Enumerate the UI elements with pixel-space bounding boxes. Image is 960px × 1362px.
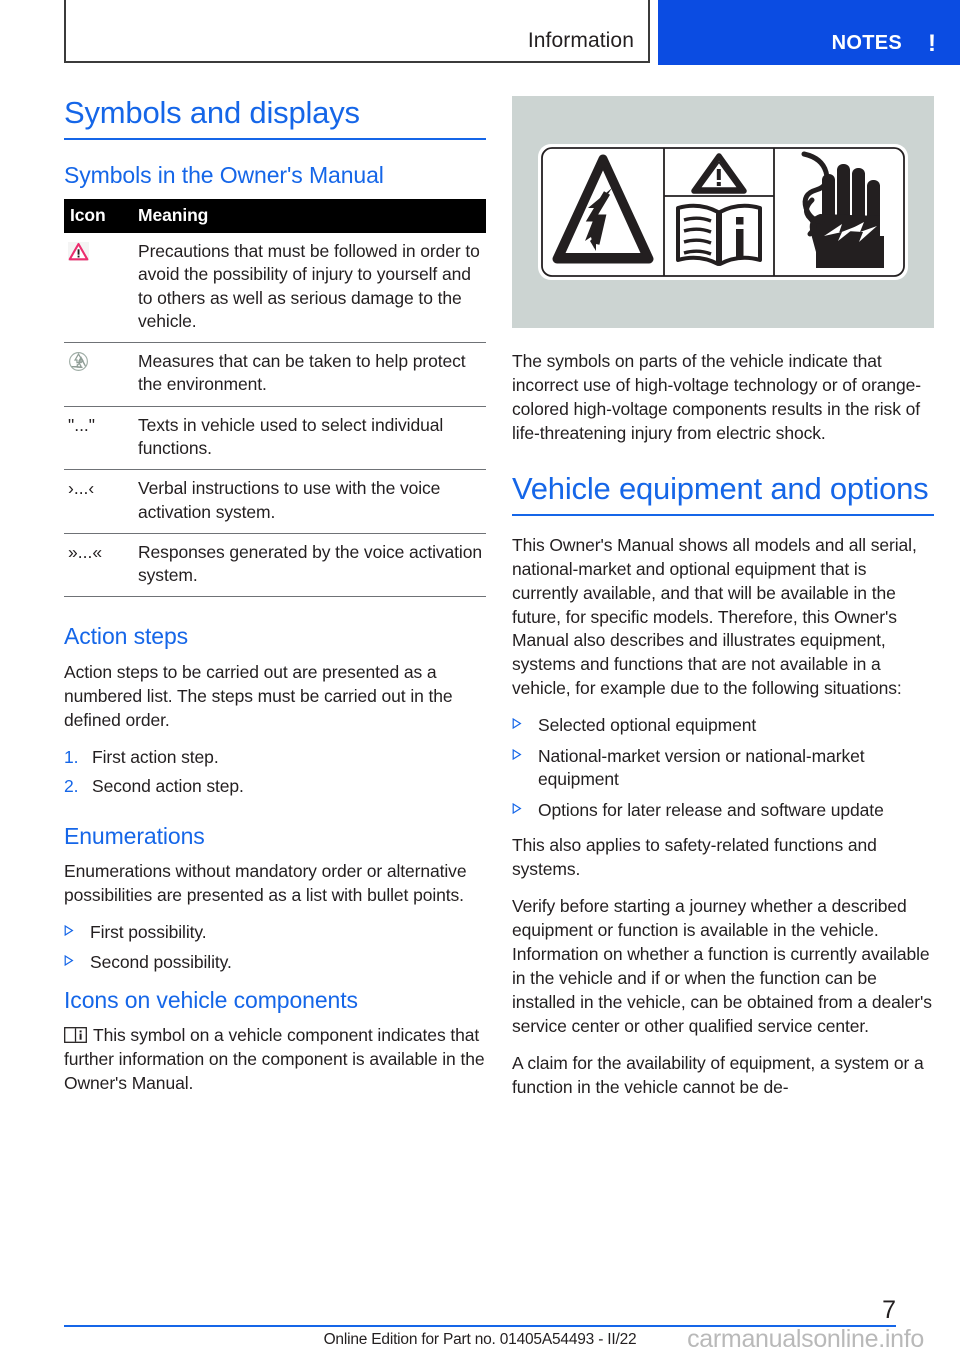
action-steps-list: 1. First action step. 2. Second action s… — [64, 746, 486, 799]
cell-meaning: Texts in vehicle used to select individu… — [138, 406, 486, 471]
list-item: 2. Second action step. — [64, 775, 486, 798]
recycle-icon — [68, 351, 89, 372]
table-row: ›...‹ Verbal instructions to use with th… — [64, 469, 486, 534]
list-item-label: National-market version or national-mark… — [538, 745, 865, 790]
tab-notes-label: NOTES — [831, 32, 902, 54]
triangle-bullet-icon — [64, 951, 90, 974]
table-row: »...« Responses generated by the voice a… — [64, 533, 486, 598]
triangle-bullet-icon — [64, 921, 90, 944]
heading-symbols-in-manual: Symbols in the Owner's Manual — [64, 161, 384, 188]
left-column: Symbols and displays Symbols in the Owne… — [64, 95, 486, 1096]
icons-on-components-body: This symbol on a vehicle component indic… — [64, 1025, 485, 1094]
vehicle-equipment-paragraph-4: A claim for the availability of equipmen… — [512, 1052, 924, 1097]
heading-enumerations: Enumerations — [64, 822, 205, 849]
cell-icon: »...« — [64, 533, 138, 598]
step-text: Second action step. — [92, 776, 244, 797]
single-guillemet-icon: ›...‹ — [68, 478, 95, 499]
column-header-icon: Icon — [64, 199, 138, 234]
step-number: 1. — [64, 746, 79, 767]
list-item: 1. First action step. — [64, 746, 486, 769]
triangle-bullet-icon — [512, 745, 538, 792]
list-item: Options for later release and software u… — [512, 799, 934, 822]
cell-icon — [64, 233, 138, 344]
tab-notes[interactable]: NOTES ! — [658, 0, 960, 65]
symbols-table: Icon Meaning Precautions that must be fo… — [64, 199, 486, 598]
cell-icon: "..." — [64, 406, 138, 471]
header-tabbar: Information NOTES ! — [0, 0, 960, 66]
exclamation-icon: ! — [928, 30, 936, 58]
heading-icons-on-components: Icons on vehicle components — [64, 986, 358, 1013]
cell-meaning: Measures that can be taken to help prote… — [138, 342, 486, 407]
heading-action-steps: Action steps — [64, 623, 189, 650]
figure-caption: The symbols on parts of the vehicle indi… — [512, 351, 922, 443]
watermark: carmanualsonline.info — [687, 1325, 924, 1353]
warning-triangle-icon — [68, 242, 89, 262]
page-title: Symbols and displays — [64, 95, 486, 140]
cell-meaning: Precautions that must be followed in ord… — [138, 233, 486, 344]
table-row: Precautions that must be followed in ord… — [64, 233, 486, 344]
table-row: Measures that can be taken to help prote… — [64, 342, 486, 407]
vehicle-equipment-paragraph-3: Verify before starting a journey whether… — [512, 896, 932, 1036]
enumerations-list: First possibility. Second possibility. — [64, 921, 486, 975]
list-item-label: Selected optional equipment — [538, 715, 757, 736]
book-info-icon — [64, 1026, 87, 1044]
tab-information[interactable]: Information — [64, 0, 650, 63]
list-item: Selected optional equipment — [512, 714, 934, 737]
list-item-label: Options for later release and software u… — [538, 799, 884, 820]
heading-vehicle-equipment: Vehicle equipment and options — [512, 471, 934, 516]
column-header-meaning: Meaning — [138, 199, 486, 234]
vehicle-equipment-paragraph-2: This also applies to safety-related func… — [512, 835, 877, 880]
right-column: The symbols on parts of the vehicle indi… — [512, 96, 934, 1100]
list-item-label: First possibility. — [90, 921, 207, 942]
manual-page: Information NOTES ! Symbols and displays… — [0, 0, 960, 1362]
step-number: 2. — [64, 776, 79, 797]
icons-on-components-text: This symbol on a vehicle component indic… — [64, 1024, 486, 1096]
action-steps-intro: Action steps to be carried out are prese… — [64, 661, 453, 730]
vehicle-equipment-bullets: Selected optional equipment National-mar… — [512, 714, 934, 822]
enumerations-intro: Enumerations without mandatory order or … — [64, 861, 467, 905]
cell-icon: ›...‹ — [64, 469, 138, 534]
cell-meaning: Verbal instructions to use with the voic… — [138, 469, 486, 534]
table-row: "..." Texts in vehicle used to select in… — [64, 406, 486, 471]
list-item: National-market version or national-mark… — [512, 745, 934, 792]
quote-marks-icon: "..." — [68, 414, 96, 435]
step-text: First action step. — [92, 746, 219, 767]
cell-meaning: Responses generated by the voice activat… — [138, 533, 486, 598]
cell-icon — [64, 342, 138, 407]
page-number: 7 — [882, 1296, 896, 1324]
double-guillemet-icon: »...« — [68, 541, 103, 562]
table-header-row: Icon Meaning — [64, 199, 486, 234]
list-item: Second possibility. — [64, 951, 486, 974]
triangle-bullet-icon — [512, 714, 538, 737]
tab-information-label: Information — [527, 29, 634, 52]
list-item-label: Second possibility. — [90, 952, 232, 973]
vehicle-equipment-paragraph-1: This Owner's Manual shows all models and… — [512, 534, 917, 699]
triangle-bullet-icon — [512, 799, 538, 822]
list-item: First possibility. — [64, 921, 486, 944]
high-voltage-warning-label — [512, 96, 934, 328]
